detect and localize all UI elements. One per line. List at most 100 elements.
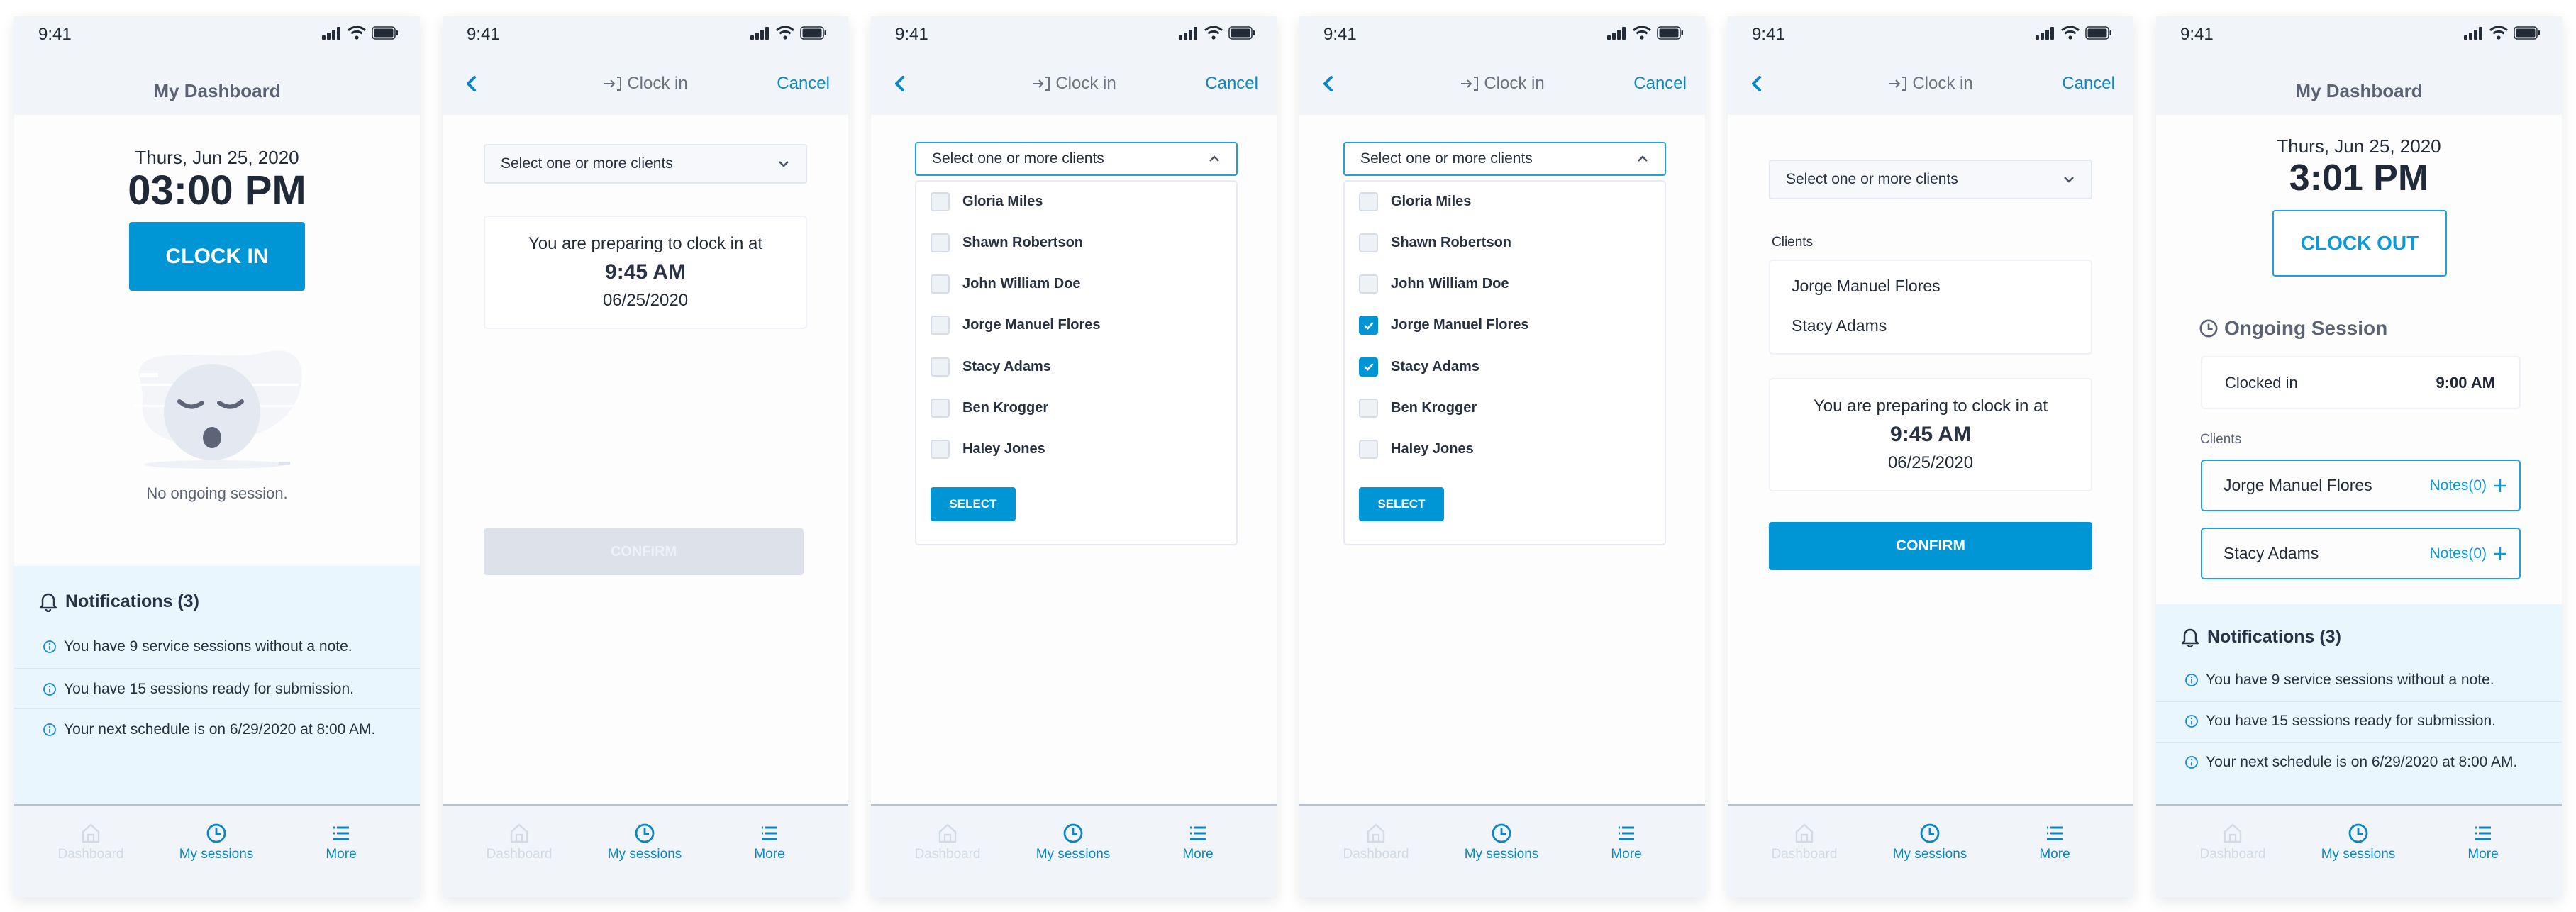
back-button[interactable] xyxy=(461,73,482,94)
nav-item-my-sessions[interactable]: My sessions xyxy=(2305,823,2411,862)
bell-icon xyxy=(2180,626,2200,647)
cancel-button[interactable]: Cancel xyxy=(1633,73,1687,94)
nav-item-my-sessions[interactable]: My sessions xyxy=(1448,823,1555,862)
add-note-button[interactable]: Notes(0) xyxy=(2429,477,2508,494)
notification-item[interactable]: You have 15 sessions ready for submissio… xyxy=(43,679,354,700)
nav-item-dashboard[interactable]: Dashboard xyxy=(2180,823,2286,862)
checkbox[interactable] xyxy=(1359,191,1378,211)
notification-item[interactable]: You have 15 sessions ready for submissio… xyxy=(2184,711,2496,732)
select-button[interactable]: SELECT xyxy=(1359,487,1444,521)
checkbox[interactable] xyxy=(1359,440,1378,460)
nav-item-dashboard[interactable]: Dashboard xyxy=(466,823,572,862)
confirm-button[interactable]: CONFIRM xyxy=(1769,522,2092,570)
status-time: 9:41 xyxy=(1323,25,1357,44)
checkbox[interactable] xyxy=(1359,357,1378,377)
client-option[interactable]: Gloria Miles xyxy=(931,187,1043,216)
client-option[interactable]: Stacy Adams xyxy=(931,352,1051,381)
client-name: Haley Jones xyxy=(962,441,1045,457)
checkbox[interactable] xyxy=(1359,399,1378,418)
checkbox[interactable] xyxy=(931,233,950,252)
nav-label: More xyxy=(2467,847,2499,862)
cancel-button[interactable]: Cancel xyxy=(2062,73,2115,94)
nav-item-more[interactable]: More xyxy=(2002,823,2108,862)
checkbox[interactable] xyxy=(1359,316,1378,335)
info-icon xyxy=(43,640,57,654)
client-option[interactable]: Stacy Adams xyxy=(1359,352,1479,381)
notification-text: You have 9 service sessions without a no… xyxy=(64,638,352,655)
menu-icon xyxy=(1187,823,1209,844)
back-button[interactable] xyxy=(1746,73,1767,94)
prep-text: You are preparing to clock in at xyxy=(1814,396,2048,416)
checkbox[interactable] xyxy=(931,357,950,377)
nav-label: More xyxy=(1182,847,1214,862)
nav-item-more[interactable]: More xyxy=(2430,823,2536,862)
nav-item-dashboard[interactable]: Dashboard xyxy=(1323,823,1429,862)
client-select-dropdown[interactable]: Select one or more clients xyxy=(915,142,1238,176)
signal-icon xyxy=(750,26,770,40)
clock-in-button[interactable]: CLOCK IN xyxy=(129,222,305,291)
sleeping-face-illustration xyxy=(130,341,304,474)
notification-item[interactable]: Your next schedule is on 6/29/2020 at 8:… xyxy=(43,719,375,740)
client-option[interactable]: Jorge Manuel Flores xyxy=(931,311,1101,340)
cancel-button[interactable]: Cancel xyxy=(777,73,830,94)
cancel-button[interactable]: Cancel xyxy=(1205,73,1258,94)
nav-item-more[interactable]: More xyxy=(1573,823,1680,862)
select-button[interactable]: SELECT xyxy=(931,487,1016,521)
check-icon xyxy=(1362,360,1375,373)
confirm-button-disabled[interactable]: CONFIRM xyxy=(484,528,804,575)
client-option[interactable]: Shawn Robertson xyxy=(931,228,1083,257)
checkbox[interactable] xyxy=(931,191,950,211)
notification-item[interactable]: Your next schedule is on 6/29/2020 at 8:… xyxy=(2184,752,2517,773)
empty-state-text: No ongoing session. xyxy=(146,484,288,502)
client-option[interactable]: Shawn Robertson xyxy=(1359,228,1511,257)
status-icons xyxy=(2464,26,2541,40)
prep-time: 9:45 AM xyxy=(605,260,686,284)
nav-item-dashboard[interactable]: Dashboard xyxy=(1751,823,1858,862)
checkbox[interactable] xyxy=(1359,233,1378,252)
dropdown-placeholder: Select one or more clients xyxy=(1786,171,1958,187)
client-options-list: Gloria Miles Shawn Robertson John William … xyxy=(915,180,1238,545)
client-option[interactable]: Jorge Manuel Flores xyxy=(1359,311,1529,340)
nav-item-my-sessions[interactable]: My sessions xyxy=(163,823,270,862)
checkbox[interactable] xyxy=(931,440,950,460)
client-select-dropdown[interactable]: Select one or more clients xyxy=(1769,160,2092,199)
nav-item-my-sessions[interactable]: My sessions xyxy=(592,823,698,862)
plus-icon xyxy=(2492,478,2508,494)
checkbox[interactable] xyxy=(931,316,950,335)
client-select-screen: 9:41 Clock in Cancel Select one or more c… xyxy=(871,16,1277,897)
client-option[interactable]: John William Doe xyxy=(1359,270,1509,299)
home-icon xyxy=(2222,823,2243,844)
chevron-up-icon xyxy=(1208,155,1221,163)
page-title: My Dashboard xyxy=(153,80,281,101)
client-name: Shawn Robertson xyxy=(1391,234,1512,250)
client-option[interactable]: Ben Krogger xyxy=(1359,394,1477,423)
nav-item-more[interactable]: More xyxy=(1145,823,1251,862)
nav-item-dashboard[interactable]: Dashboard xyxy=(38,823,144,862)
clock-icon xyxy=(634,823,655,844)
client-option[interactable]: Haley Jones xyxy=(1359,435,1474,464)
client-select-dropdown[interactable]: Select one or more clients xyxy=(1343,142,1666,176)
nav-item-more[interactable]: More xyxy=(716,823,823,862)
client-option[interactable]: Haley Jones xyxy=(931,435,1045,464)
notification-item[interactable]: You have 9 service sessions without a no… xyxy=(43,636,352,657)
client-option[interactable]: Gloria Miles xyxy=(1359,187,1471,216)
client-name: Ben Krogger xyxy=(1391,400,1477,416)
nav-item-dashboard[interactable]: Dashboard xyxy=(894,823,1001,862)
add-note-button[interactable]: Notes(0) xyxy=(2429,545,2508,562)
nav-item-my-sessions[interactable]: My sessions xyxy=(1020,823,1126,862)
clock-in-summary: You are preparing to clock in at 9:45 AM… xyxy=(1769,378,2092,491)
checkbox[interactable] xyxy=(931,399,950,418)
client-option[interactable]: John William Doe xyxy=(931,270,1081,299)
back-button[interactable] xyxy=(889,73,911,94)
clock-out-button[interactable]: CLOCK OUT xyxy=(2272,210,2447,277)
back-button[interactable] xyxy=(1318,73,1339,94)
nav-item-my-sessions[interactable]: My sessions xyxy=(1877,823,1983,862)
menu-icon xyxy=(1616,823,1637,844)
notification-item[interactable]: You have 9 service sessions without a no… xyxy=(2184,669,2494,691)
nav-item-more[interactable]: More xyxy=(288,823,394,862)
client-select-dropdown[interactable]: Select one or more clients xyxy=(484,144,807,184)
client-option[interactable]: Ben Krogger xyxy=(931,394,1048,423)
client-name: Stacy Adams xyxy=(2224,544,2319,562)
checkbox[interactable] xyxy=(1359,274,1378,294)
checkbox[interactable] xyxy=(931,274,950,294)
